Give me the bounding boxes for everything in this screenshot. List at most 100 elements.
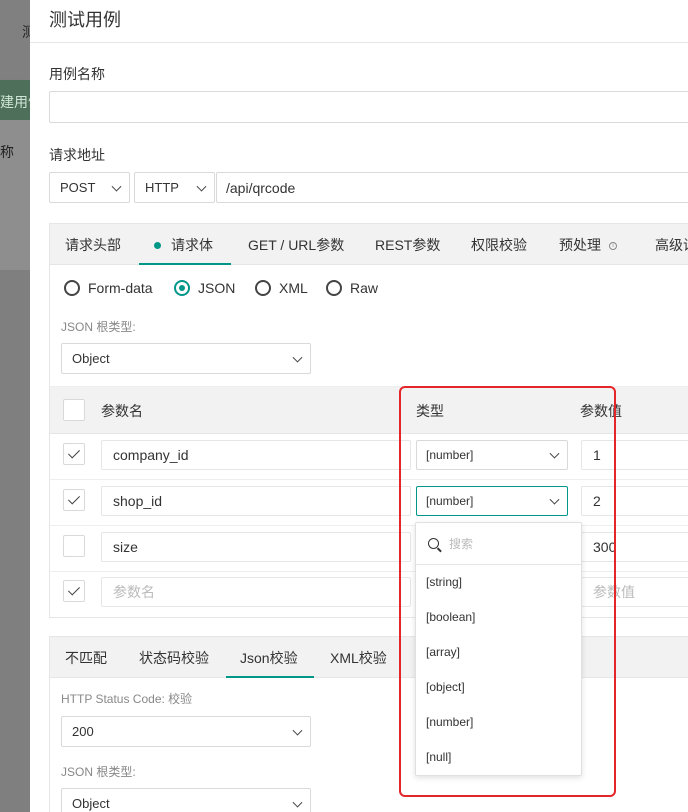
col-type: 类型 — [416, 403, 444, 419]
tab-no-match[interactable]: 不匹配 — [65, 648, 107, 668]
dropdown-option[interactable]: [object] — [426, 680, 465, 694]
select-all-checkbox[interactable] — [63, 399, 85, 421]
title-divider — [30, 42, 688, 43]
tab-url-params[interactable]: GET / URL参数 — [248, 235, 344, 255]
protocol-select[interactable]: HTTP — [134, 172, 215, 203]
chevron-down-icon — [549, 448, 560, 459]
radio-icon — [326, 280, 342, 296]
row-divider — [50, 479, 688, 480]
radio-checked-icon — [174, 280, 190, 296]
protocol-value: HTTP — [145, 180, 179, 195]
param-type-value: [number] — [426, 448, 474, 462]
http-status-select[interactable]: 200 — [61, 716, 311, 747]
chevron-down-icon — [292, 352, 303, 363]
col-value: 参数值 — [580, 403, 622, 419]
tab-preprocess[interactable]: 预处理 i — [559, 235, 617, 255]
param-name-input[interactable]: size — [101, 532, 411, 562]
background-active-menu: 建用例 — [0, 80, 30, 120]
json-root-value: Object — [72, 351, 110, 366]
radio-json-label: JSON — [198, 280, 236, 296]
param-type-value: [number] — [426, 494, 474, 508]
modal-title: 测试用例 — [49, 10, 121, 30]
param-value-input[interactable]: 1 — [581, 440, 688, 470]
method-select[interactable]: POST — [49, 172, 130, 203]
row-checkbox[interactable] — [63, 489, 85, 511]
dropdown-search-input[interactable]: 搜索 — [416, 523, 581, 565]
new-param-name-input[interactable]: 参数名 — [101, 577, 411, 607]
http-status-label: HTTP Status Code: 校验 — [61, 692, 193, 706]
tab-request-body[interactable]: 请求体 — [154, 235, 213, 255]
param-name-input[interactable]: shop_id — [101, 486, 411, 516]
case-name-input[interactable] — [49, 91, 688, 123]
active-dot-icon — [154, 241, 161, 249]
row-checkbox[interactable] — [63, 443, 85, 465]
tab-rest-params[interactable]: REST参数 — [375, 235, 440, 255]
dropdown-option[interactable]: [number] — [426, 715, 473, 729]
param-value-input[interactable]: 2 — [581, 486, 688, 516]
tab-request-body-label: 请求体 — [171, 237, 213, 253]
radio-xml-label: XML — [279, 280, 308, 296]
background-column-label: 称 — [0, 144, 14, 160]
search-placeholder: 搜索 — [449, 537, 474, 551]
col-param-name: 参数名 — [101, 403, 143, 419]
radio-icon — [64, 280, 80, 296]
row-divider — [50, 525, 688, 526]
placeholder-text: 参数值 — [593, 584, 635, 600]
json-root-select-2[interactable]: Object — [61, 788, 311, 812]
validation-panel: 不匹配 状态码校验 Json校验 XML校验 HTTP Status Code:… — [49, 636, 688, 812]
radio-form-data[interactable]: Form-data — [64, 280, 153, 296]
radio-xml[interactable]: XML — [255, 280, 308, 296]
background-menu-label: 建用例 — [0, 94, 30, 110]
request-tabs-panel: 请求头部 请求体 GET / URL参数 REST参数 权限校验 预处理 i 高级… — [49, 223, 688, 618]
dropdown-option[interactable]: [array] — [426, 645, 460, 659]
method-value: POST — [60, 180, 96, 195]
radio-icon — [255, 280, 271, 296]
info-icon: i — [609, 242, 617, 251]
json-root-select[interactable]: Object — [61, 343, 311, 374]
tab-xml-validation[interactable]: XML校验 — [330, 648, 387, 668]
tab-auth[interactable]: 权限校验 — [471, 235, 527, 255]
json-root-value-2: Object — [72, 796, 110, 811]
params-table-header: 参数名 类型 参数值 — [50, 386, 688, 434]
url-label: 请求地址 — [49, 147, 105, 163]
param-value-input[interactable]: 300 — [581, 532, 688, 562]
tab-status-code[interactable]: 状态码校验 — [139, 648, 209, 668]
radio-raw[interactable]: Raw — [326, 280, 378, 296]
param-name-input[interactable]: company_id — [101, 440, 411, 470]
row-checkbox[interactable] — [63, 535, 85, 557]
chevron-down-icon — [292, 797, 303, 808]
tab-preprocess-label: 预处理 — [559, 237, 601, 253]
search-icon — [428, 538, 439, 549]
validation-tab-bar: 不匹配 状态码校验 Json校验 XML校验 — [50, 637, 688, 678]
dropdown-option[interactable]: [null] — [426, 750, 451, 764]
type-dropdown-menu: 搜索 [string] [boolean] [array] [object] [… — [415, 522, 582, 776]
chevron-down-icon — [111, 181, 122, 192]
tab-json-validation[interactable]: Json校验 — [240, 648, 298, 668]
param-type-select[interactable]: [number] — [416, 440, 568, 470]
placeholder-text: 参数名 — [113, 584, 155, 600]
radio-raw-label: Raw — [350, 280, 379, 296]
test-case-modal: 测试用例 用例名称 请求地址 POST HTTP /api/qrcode 请求头… — [30, 0, 688, 812]
tab-advanced[interactable]: 高级设 — [655, 235, 688, 255]
json-root-label: JSON 根类型: — [61, 320, 136, 334]
http-status-value: 200 — [72, 724, 94, 739]
dropdown-option[interactable]: [string] — [426, 575, 462, 589]
background-column: 称 — [0, 120, 30, 270]
row-checkbox[interactable] — [63, 580, 85, 602]
path-input[interactable]: /api/qrcode — [216, 172, 688, 203]
active-tab-underline — [226, 676, 314, 678]
chevron-down-icon — [292, 725, 303, 736]
case-name-label: 用例名称 — [49, 66, 105, 82]
active-tab-underline — [139, 263, 231, 265]
radio-form-data-label: Form-data — [88, 280, 153, 296]
new-param-value-input[interactable]: 参数值 — [581, 577, 688, 607]
background-header: 测 — [0, 0, 36, 78]
dropdown-option[interactable]: [boolean] — [426, 610, 475, 624]
json-root-label-2: JSON 根类型: — [61, 765, 136, 779]
chevron-down-icon — [196, 181, 207, 192]
tab-request-headers[interactable]: 请求头部 — [65, 235, 121, 255]
radio-json[interactable]: JSON — [174, 280, 235, 296]
param-type-select[interactable]: [number] — [416, 486, 568, 516]
chevron-down-icon — [549, 494, 560, 505]
request-tab-bar: 请求头部 请求体 GET / URL参数 REST参数 权限校验 预处理 i 高级… — [50, 224, 688, 265]
